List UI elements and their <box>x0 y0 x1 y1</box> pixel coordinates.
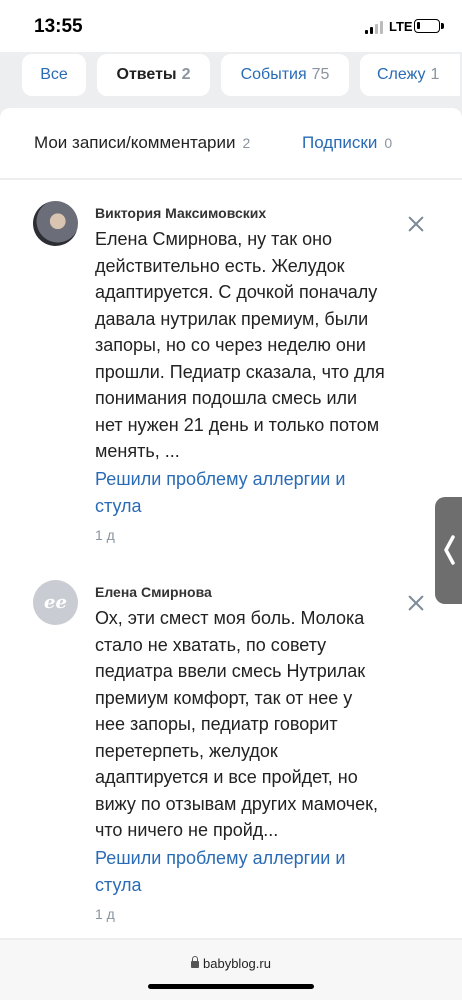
tab-following[interactable]: Слежу 1 <box>360 54 460 96</box>
comment-line: адаптируется и все пройдет, но <box>95 767 358 787</box>
avatar[interactable]: ее <box>33 580 78 625</box>
comment-line: действительно есть. Желудок <box>95 255 345 276</box>
comment-line: Елена Смирнова, ну так оно <box>95 229 333 249</box>
comment-text[interactable]: Ох, эти смест моя боль. Молока стало не … <box>95 605 400 844</box>
comment-line: понимания подошла смесь или <box>95 388 358 408</box>
comment-line: педиатра ввели смесь Нутрилак <box>95 661 366 681</box>
comment-line: запоры, но со через неделю они <box>95 335 366 355</box>
comment-time: 1 д <box>95 906 115 922</box>
comment-author[interactable]: Елена Смирнова <box>95 584 212 600</box>
avatar[interactable] <box>33 201 78 246</box>
tab-replies[interactable]: Ответы 2 <box>97 54 210 96</box>
link-line: Решили проблему аллергии и <box>95 469 346 489</box>
post-link[interactable]: Решили проблему аллергии и стула <box>95 845 385 898</box>
filter-label: Подписки <box>302 133 378 152</box>
comment-line: премиум комфорт, так от нее у <box>95 687 353 708</box>
browser-bar: babyblog.ru <box>0 940 462 1000</box>
notification-tabs: Все Ответы 2 События 75 Слежу 1 <box>0 52 462 100</box>
link-line: стула <box>95 874 142 895</box>
comment-author[interactable]: Виктория Максимовских <box>95 205 266 221</box>
network-type: LTE <box>389 19 413 34</box>
comment-feed: Виктория Максимовских Елена Смирнова, ну… <box>0 180 462 938</box>
link-line: стула <box>95 495 142 516</box>
comment-line: нее запоры, педиатр говорит <box>95 714 338 734</box>
url-bar[interactable]: babyblog.ru <box>0 956 462 971</box>
home-indicator[interactable] <box>148 984 314 989</box>
tab-label: Слежу <box>377 66 426 83</box>
filter-count: 0 <box>384 135 393 151</box>
status-bar: 13:55 LTE <box>0 0 462 52</box>
comment-line: нет нужен 21 день и только потом <box>95 414 380 435</box>
filter-bar: Мои записи/комментарии 2 Подписки 0 <box>0 108 462 178</box>
comment-text[interactable]: Елена Смирнова, ну так оно действительно… <box>95 226 400 465</box>
link-line: Решили проблему аллергии и <box>95 848 346 868</box>
cellular-signal-icon <box>365 21 385 34</box>
comment-line: давала нутрилак премиум, были <box>95 308 369 329</box>
tab-label: Все <box>40 66 68 83</box>
lock-icon <box>191 956 200 968</box>
comment-line: что ничего не пройд... <box>95 820 279 840</box>
tab-count: 1 <box>430 66 440 83</box>
tab-events[interactable]: События 75 <box>221 54 349 96</box>
comment-line: стало не хватать, по совету <box>95 634 327 655</box>
tab-count: 75 <box>311 66 330 83</box>
filter-subscriptions[interactable]: Подписки 0 <box>302 133 392 153</box>
tab-all[interactable]: Все <box>22 54 86 96</box>
filter-label: Мои записи/комментарии <box>34 133 236 152</box>
status-time: 13:55 <box>34 16 83 37</box>
comment-line: перетерпеть, желудок <box>95 740 278 761</box>
post-link[interactable]: Решили проблему аллергии и стула <box>95 466 385 519</box>
close-icon[interactable] <box>407 215 425 233</box>
comment-line: адаптируется. С дочкой поначалу <box>95 282 378 302</box>
close-icon[interactable] <box>407 594 425 612</box>
battery-icon <box>414 19 444 33</box>
comment-time: 1 д <box>95 527 115 543</box>
filter-count: 2 <box>242 135 251 151</box>
tab-count: 2 <box>181 66 191 83</box>
tab-label: Ответы <box>116 66 177 83</box>
comment-line: прошли. Педиатр сказала, что для <box>95 361 385 382</box>
chevron-left-icon <box>444 535 455 565</box>
comment-line: Ох, эти смест моя боль. Молока <box>95 608 365 628</box>
tab-label: События <box>240 66 307 83</box>
side-panel-handle[interactable] <box>435 497 462 604</box>
url-text: babyblog.ru <box>203 956 271 971</box>
comment-line: менять, ... <box>95 441 180 461</box>
filter-my-posts[interactable]: Мои записи/комментарии 2 <box>34 133 250 153</box>
comment-line: вижу по отзывам других мамочек, <box>95 793 378 814</box>
